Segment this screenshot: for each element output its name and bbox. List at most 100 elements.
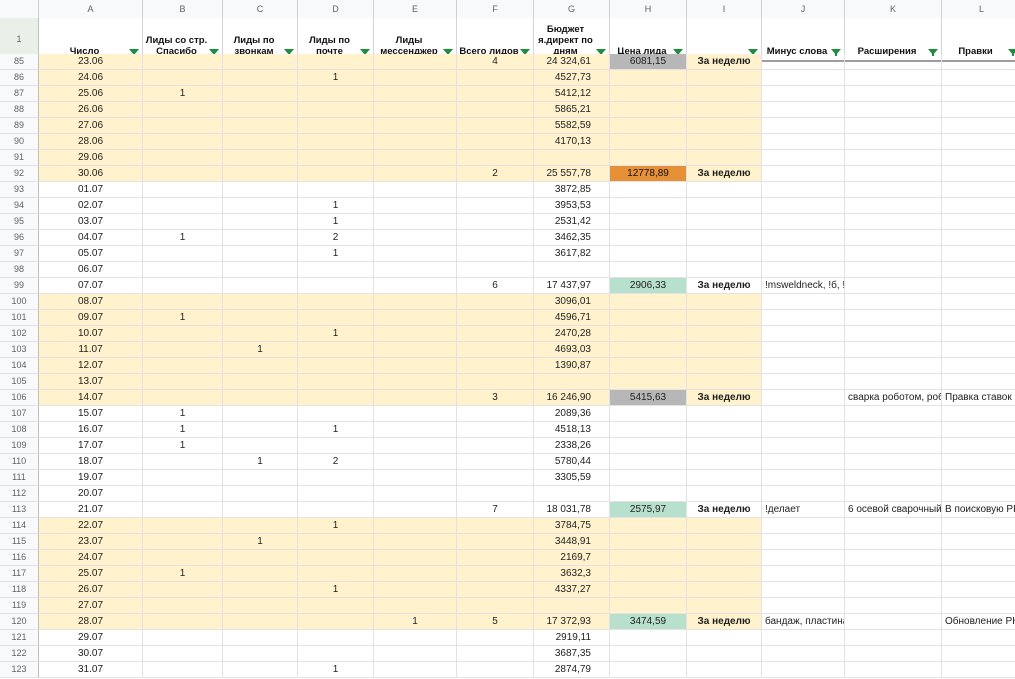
- cell-i[interactable]: [687, 230, 762, 246]
- cell-g[interactable]: 1390,87: [534, 358, 610, 374]
- cell-j[interactable]: [762, 422, 845, 438]
- cell-c[interactable]: [223, 326, 298, 342]
- cell-l[interactable]: [942, 134, 1015, 150]
- cell-k[interactable]: [845, 166, 942, 182]
- cell-g[interactable]: 4170,13: [534, 134, 610, 150]
- cell-j[interactable]: [762, 54, 845, 70]
- cell-d[interactable]: [298, 150, 374, 166]
- cell-c[interactable]: [223, 422, 298, 438]
- cell-j[interactable]: [762, 70, 845, 86]
- cell-g[interactable]: 3462,35: [534, 230, 610, 246]
- cell-e[interactable]: [374, 374, 457, 390]
- cell-i[interactable]: За неделю: [687, 166, 762, 182]
- cell-g[interactable]: 4337,27: [534, 582, 610, 598]
- cell-e[interactable]: [374, 294, 457, 310]
- row-number[interactable]: 88: [0, 102, 39, 118]
- cell-j[interactable]: [762, 214, 845, 230]
- cell-l[interactable]: [942, 566, 1015, 582]
- cell-i[interactable]: [687, 342, 762, 358]
- cell-d[interactable]: 1: [298, 518, 374, 534]
- cell-i[interactable]: [687, 534, 762, 550]
- row-number[interactable]: 119: [0, 598, 39, 614]
- cell-c[interactable]: [223, 150, 298, 166]
- row-number[interactable]: 110: [0, 454, 39, 470]
- cell-c[interactable]: [223, 262, 298, 278]
- cell-d[interactable]: 1: [298, 582, 374, 598]
- cell-g[interactable]: 4596,71: [534, 310, 610, 326]
- cell-e[interactable]: [374, 54, 457, 70]
- cell-g[interactable]: 5865,21: [534, 102, 610, 118]
- cell-d[interactable]: [298, 502, 374, 518]
- cell-k[interactable]: [845, 646, 942, 662]
- cell-a[interactable]: 07.07: [39, 278, 143, 294]
- cell-e[interactable]: [374, 406, 457, 422]
- cell-d[interactable]: [298, 534, 374, 550]
- cell-j[interactable]: [762, 550, 845, 566]
- cell-h[interactable]: [610, 566, 687, 582]
- cell-i[interactable]: [687, 310, 762, 326]
- cell-i[interactable]: За неделю: [687, 390, 762, 406]
- cell-d[interactable]: 1: [298, 214, 374, 230]
- column-header-f[interactable]: F: [457, 0, 534, 18]
- cell-d[interactable]: 1: [298, 422, 374, 438]
- cell-c[interactable]: [223, 166, 298, 182]
- cell-k[interactable]: [845, 70, 942, 86]
- cell-a[interactable]: 25.06: [39, 86, 143, 102]
- row-number[interactable]: 105: [0, 374, 39, 390]
- cell-d[interactable]: [298, 262, 374, 278]
- cell-j[interactable]: [762, 150, 845, 166]
- cell-e[interactable]: [374, 422, 457, 438]
- cell-f[interactable]: [457, 102, 534, 118]
- cell-k[interactable]: [845, 102, 942, 118]
- cell-e[interactable]: 1: [374, 614, 457, 630]
- cell-f[interactable]: 5: [457, 614, 534, 630]
- cell-l[interactable]: [942, 582, 1015, 598]
- cell-h[interactable]: [610, 262, 687, 278]
- cell-c[interactable]: [223, 598, 298, 614]
- cell-f[interactable]: [457, 470, 534, 486]
- cell-l[interactable]: [942, 54, 1015, 70]
- cell-i[interactable]: [687, 358, 762, 374]
- cell-i[interactable]: [687, 198, 762, 214]
- cell-h[interactable]: [610, 102, 687, 118]
- cell-f[interactable]: [457, 630, 534, 646]
- cell-c[interactable]: [223, 214, 298, 230]
- cell-j[interactable]: [762, 182, 845, 198]
- cell-i[interactable]: [687, 662, 762, 678]
- cell-i[interactable]: [687, 262, 762, 278]
- cell-h[interactable]: 5415,63: [610, 390, 687, 406]
- cell-c[interactable]: [223, 486, 298, 502]
- cell-l[interactable]: [942, 550, 1015, 566]
- row-number[interactable]: 89: [0, 118, 39, 134]
- cell-l[interactable]: [942, 86, 1015, 102]
- cell-a[interactable]: 16.07: [39, 422, 143, 438]
- cell-d[interactable]: [298, 278, 374, 294]
- cell-c[interactable]: [223, 182, 298, 198]
- cell-l[interactable]: [942, 166, 1015, 182]
- cell-k[interactable]: [845, 342, 942, 358]
- cell-d[interactable]: [298, 646, 374, 662]
- cell-i[interactable]: [687, 518, 762, 534]
- cell-l[interactable]: [942, 310, 1015, 326]
- cell-b[interactable]: 1: [143, 310, 223, 326]
- cell-l[interactable]: [942, 646, 1015, 662]
- cell-j[interactable]: [762, 102, 845, 118]
- cell-h[interactable]: 3474,59: [610, 614, 687, 630]
- cell-f[interactable]: [457, 358, 534, 374]
- cell-j[interactable]: [762, 358, 845, 374]
- cell-j[interactable]: [762, 486, 845, 502]
- cell-l[interactable]: [942, 630, 1015, 646]
- cell-g[interactable]: 2089,36: [534, 406, 610, 422]
- cell-f[interactable]: 3: [457, 390, 534, 406]
- cell-a[interactable]: 14.07: [39, 390, 143, 406]
- cell-g[interactable]: 2919,11: [534, 630, 610, 646]
- cell-j[interactable]: [762, 598, 845, 614]
- cell-g[interactable]: 3448,91: [534, 534, 610, 550]
- cell-b[interactable]: [143, 102, 223, 118]
- cell-k[interactable]: [845, 470, 942, 486]
- cell-b[interactable]: [143, 246, 223, 262]
- cell-d[interactable]: [298, 550, 374, 566]
- cell-i[interactable]: [687, 326, 762, 342]
- cell-j[interactable]: [762, 582, 845, 598]
- cell-g[interactable]: 17 437,97: [534, 278, 610, 294]
